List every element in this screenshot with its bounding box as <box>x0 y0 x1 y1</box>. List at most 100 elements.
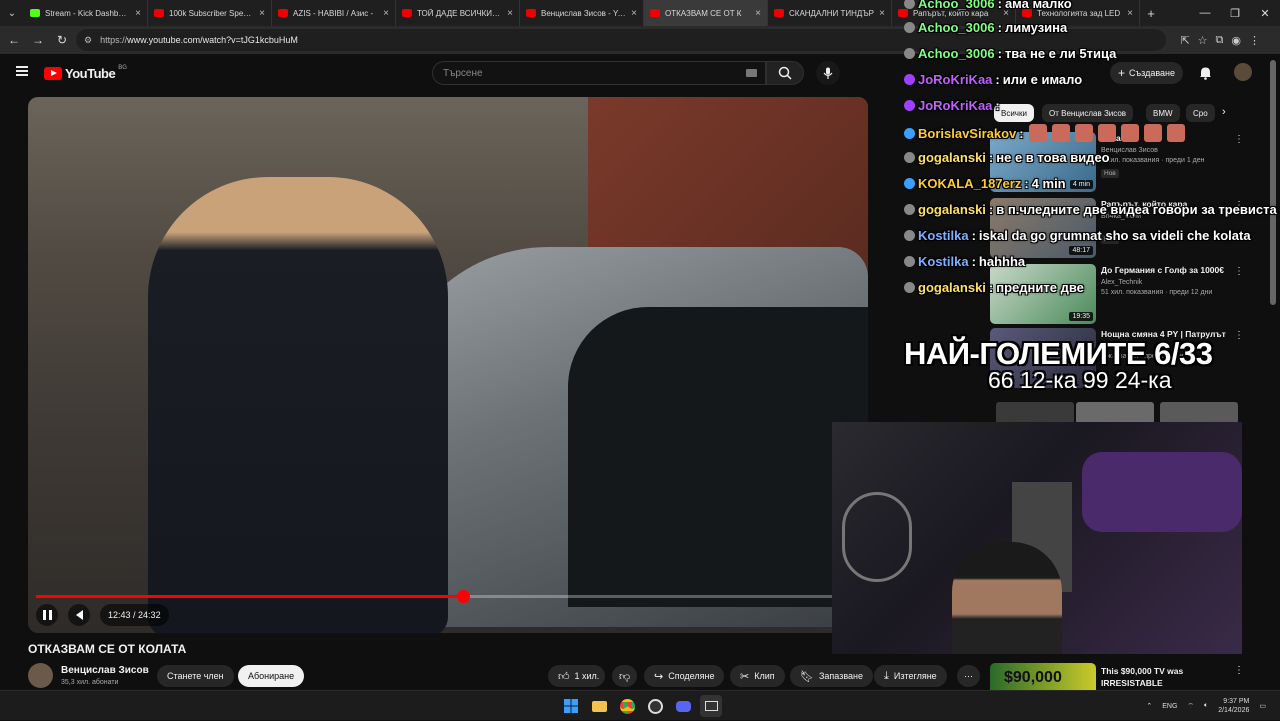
video-player[interactable]: 12:43 / 24:32 <box>28 97 868 633</box>
account-avatar[interactable] <box>1234 63 1252 81</box>
clock[interactable]: 9:37 PM 2/14/2026 <box>1218 697 1249 715</box>
window-controls: — ❐ ✕ <box>1190 0 1280 26</box>
browser-tab[interactable]: Венцислав Зисов - You × <box>520 0 644 26</box>
profile-icon[interactable]: ◉ <box>1231 34 1241 47</box>
filter-chip[interactable]: Сро <box>1186 104 1215 122</box>
close-tab-icon[interactable]: × <box>259 8 265 19</box>
bookmark-star-icon[interactable]: ☆ <box>1198 34 1208 47</box>
webcam-chair <box>842 492 912 582</box>
search-button[interactable] <box>766 61 804 85</box>
pause-button[interactable] <box>36 604 58 626</box>
notification-icon[interactable]: ▭ <box>1259 702 1266 710</box>
subscribe-button[interactable]: Абониране <box>238 665 305 687</box>
progress-scrubber[interactable] <box>456 590 470 603</box>
close-tab-icon[interactable]: × <box>507 8 513 19</box>
microphone-icon <box>823 67 833 79</box>
youtube-logo[interactable]: YouTube BG <box>44 65 127 81</box>
close-window-icon[interactable]: ✕ <box>1250 0 1280 26</box>
notifications-bell-icon[interactable] <box>1196 64 1214 82</box>
filter-chip[interactable]: От Венцислав Зисов <box>1042 104 1134 122</box>
chat-badge-icon <box>904 178 915 189</box>
progress-bar[interactable] <box>36 590 860 603</box>
channel-avatar[interactable] <box>28 663 53 688</box>
hamburger-menu-icon[interactable] <box>16 66 28 76</box>
close-tab-icon[interactable]: × <box>383 8 389 19</box>
tab-title: Stream - Kick Dashboard <box>45 8 131 18</box>
extensions-icon[interactable]: ⧉ <box>1216 34 1224 47</box>
new-tab-button[interactable]: + <box>1140 0 1162 26</box>
create-label: Създаване <box>1129 68 1175 78</box>
like-count: 1 хил. <box>574 671 600 681</box>
kebab-icon[interactable]: ⋮ <box>1234 330 1244 341</box>
close-tab-icon[interactable]: × <box>1127 8 1133 19</box>
minimize-icon[interactable]: — <box>1190 0 1220 26</box>
rec-thumbnail-strip[interactable] <box>996 402 1074 424</box>
windows-taskbar: ⌃ ENG ⌔ 🔈︎ 9:37 PM 2/14/2026 ▭ <box>0 690 1280 720</box>
maximize-icon[interactable]: ❐ <box>1220 0 1250 26</box>
page-scrollbar[interactable] <box>1270 60 1276 305</box>
emote-icon <box>1143 124 1162 142</box>
chips-next-icon[interactable]: › <box>1222 106 1226 118</box>
wifi-icon[interactable]: ⌔ <box>1187 702 1194 711</box>
close-tab-icon[interactable]: × <box>631 8 637 19</box>
close-tab-icon[interactable]: × <box>135 8 141 19</box>
kebab-icon[interactable]: ⋮ <box>1234 266 1244 277</box>
tray-chevron-icon[interactable]: ⌃ <box>1146 702 1152 710</box>
create-button[interactable]: + Създаване <box>1110 62 1183 84</box>
keyboard-icon[interactable] <box>746 69 757 77</box>
browser-tab[interactable]: Stream - Kick Dashboard × <box>24 0 148 26</box>
voice-search-button[interactable] <box>816 61 840 85</box>
kebab-icon[interactable]: ⋮ <box>1234 665 1244 676</box>
more-actions-button[interactable]: ⋯ <box>957 665 980 687</box>
search-input[interactable]: Търсене <box>432 61 766 85</box>
save-button[interactable]: 🔖︎ Запазване <box>790 665 873 687</box>
site-info-icon[interactable]: ⚙ <box>84 35 92 46</box>
install-app-icon[interactable]: ⇱ <box>1180 34 1189 47</box>
file-explorer-icon[interactable] <box>588 695 610 717</box>
filter-chip[interactable]: BMW <box>1146 104 1180 122</box>
browser-tab[interactable]: ОТКАЗВАМ СЕ ОТ К × <box>644 0 768 26</box>
tab-search-chevron-icon[interactable]: ⌄ <box>0 0 24 26</box>
close-tab-icon[interactable]: × <box>755 8 761 19</box>
forward-icon[interactable]: → <box>26 26 50 54</box>
chrome-icon[interactable] <box>616 695 638 717</box>
speaker-icon[interactable]: 🔈︎ <box>1204 702 1208 710</box>
join-button[interactable]: Станете член <box>157 665 234 687</box>
menu-kebab-icon[interactable]: ⋮ <box>1249 34 1260 47</box>
back-icon[interactable]: ← <box>2 26 26 54</box>
chat-message: Kostilka: iskal da go grumnat sho sa vide… <box>904 228 1251 243</box>
chat-message: gogalanski: в п.чледните две видеа говори… <box>904 202 1277 217</box>
reload-icon[interactable]: ↻ <box>50 26 74 54</box>
kebab-icon[interactable]: ⋮ <box>1234 134 1244 145</box>
channel-name[interactable]: Венцислав Зисов <box>61 665 149 676</box>
discord-icon[interactable] <box>672 695 694 717</box>
windows-start-icon[interactable] <box>560 695 582 717</box>
thumb-text: $90,000 <box>1004 669 1062 686</box>
browser-tab[interactable]: СКАНДАЛНИ ТИНДЪР × <box>768 0 892 26</box>
language-indicator[interactable]: ENG <box>1162 703 1177 710</box>
browser-tab[interactable]: 100k Subscriber Special × <box>148 0 272 26</box>
subscriber-count: 35,3 хил. абонати <box>61 679 119 686</box>
chat-message: gogalanski: предните две <box>904 280 1084 295</box>
download-button[interactable]: ⤓ Изтегляне <box>874 665 947 687</box>
share-button[interactable]: ↪ Споделяне <box>644 665 725 687</box>
dislike-button[interactable]: 👎︎ <box>612 665 638 687</box>
thumbs-down-icon: 👎︎ <box>619 670 631 683</box>
webcam-background-car <box>1082 452 1242 532</box>
chat-username: JoRoKriKaa <box>918 98 993 113</box>
tab-title: СКАНДАЛНИ ТИНДЪР <box>789 8 874 18</box>
rec-thumbnail-strip[interactable] <box>1076 402 1154 424</box>
like-button[interactable]: 👍︎ 1 хил. <box>548 665 606 687</box>
chat-badge-icon <box>904 204 915 215</box>
youtube-favicon-icon <box>154 9 164 17</box>
volume-button[interactable] <box>68 604 90 626</box>
clip-button[interactable]: ✂ Клип <box>730 665 785 687</box>
clock-time: 9:37 PM <box>1223 698 1250 705</box>
rec-thumbnail-strip[interactable] <box>1160 402 1238 424</box>
rec-duration: 19:35 <box>1069 312 1093 321</box>
terminal-icon[interactable] <box>700 695 722 717</box>
close-tab-icon[interactable]: × <box>879 8 885 19</box>
browser-tab[interactable]: ТОЙ ДАДЕ ВСИЧКИТЕ × <box>396 0 520 26</box>
browser-tab[interactable]: AZIS - HABIBI / Азис - × <box>272 0 396 26</box>
obs-icon[interactable] <box>644 695 666 717</box>
